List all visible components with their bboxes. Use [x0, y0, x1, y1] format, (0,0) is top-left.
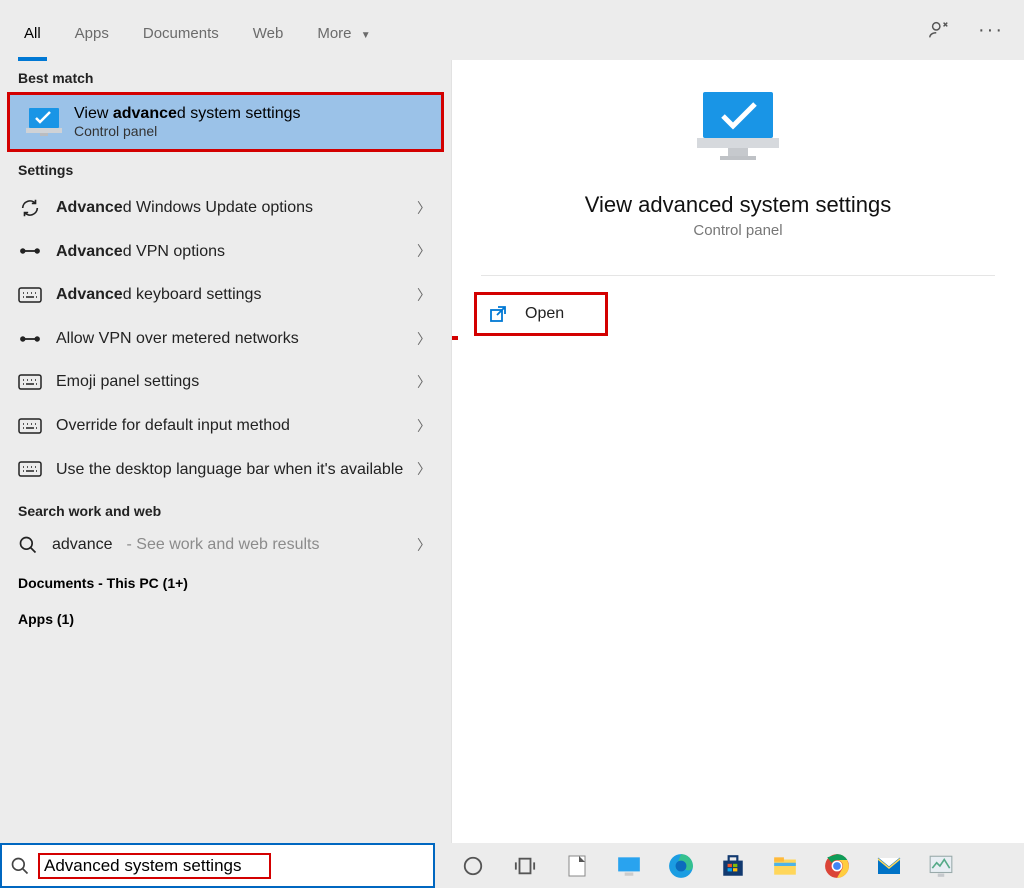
- search-input[interactable]: [44, 856, 265, 876]
- chevron-right-icon: 〉: [417, 459, 431, 479]
- settings-item-vpn-options[interactable]: Advanced VPN options 〉: [0, 230, 451, 274]
- keyboard-icon: [18, 372, 42, 392]
- results-pane: Best match View advanced system settings…: [0, 60, 452, 843]
- best-match-text: View advanced system settings Control pa…: [74, 105, 301, 139]
- search-icon: [10, 856, 30, 876]
- tab-all[interactable]: All: [22, 13, 43, 48]
- monitor-large-icon: [695, 90, 781, 162]
- cortana-button[interactable]: [447, 843, 499, 888]
- chevron-right-icon: 〉: [417, 329, 431, 349]
- hl: Advance: [56, 243, 123, 260]
- bm-subtitle: Control panel: [74, 123, 301, 139]
- web-term: advance: [52, 536, 113, 554]
- chevron-right-icon: 〉: [417, 241, 431, 261]
- tab-web[interactable]: Web: [251, 13, 286, 48]
- chevron-down-icon: ▼: [361, 30, 371, 41]
- taskbar-app-libreoffice[interactable]: [551, 843, 603, 888]
- task-view-button[interactable]: [499, 843, 551, 888]
- search-input-highlight: [38, 853, 271, 879]
- tab-documents[interactable]: Documents: [141, 13, 221, 48]
- documents-heading[interactable]: Documents - This PC (1+): [0, 565, 451, 601]
- feedback-icon[interactable]: [926, 17, 952, 43]
- lbl: Override for default input method: [56, 417, 290, 434]
- web-suffix: - See work and web results: [127, 536, 320, 554]
- lbl: Allow VPN over metered networks: [56, 330, 299, 347]
- lbl: d keyboard settings: [123, 286, 262, 303]
- settings-list: Advanced Windows Update options 〉 Advanc…: [0, 184, 451, 493]
- top-tab-bar: All Apps Documents Web More ▼ ···: [0, 0, 1024, 60]
- lbl: d Windows Update options: [123, 199, 313, 216]
- taskbar-search-box[interactable]: [0, 843, 435, 888]
- chevron-right-icon: 〉: [417, 535, 431, 555]
- hl: Advance: [56, 286, 123, 303]
- taskbar: [0, 843, 1024, 888]
- taskbar-app-chrome[interactable]: [811, 843, 863, 888]
- best-match-item[interactable]: View advanced system settings Control pa…: [7, 92, 444, 152]
- settings-item-emoji-panel[interactable]: Emoji panel settings 〉: [0, 360, 451, 404]
- keyboard-icon: [18, 285, 42, 305]
- open-action[interactable]: Open: [474, 292, 608, 336]
- chevron-right-icon: 〉: [417, 416, 431, 436]
- lbl: Use the desktop language bar when it's a…: [56, 461, 403, 478]
- settings-item-default-input[interactable]: Override for default input method 〉: [0, 404, 451, 448]
- chevron-right-icon: 〉: [417, 372, 431, 392]
- detail-subtitle: Control panel: [693, 222, 782, 239]
- lbl: Emoji panel settings: [56, 373, 199, 390]
- detail-title: View advanced system settings: [585, 192, 892, 218]
- annotation-marker: [452, 336, 458, 340]
- refresh-icon: [18, 198, 42, 218]
- apps-heading[interactable]: Apps (1): [0, 601, 451, 637]
- chevron-right-icon: 〉: [417, 285, 431, 305]
- settings-item-keyboard[interactable]: Advanced keyboard settings 〉: [0, 273, 451, 317]
- taskbar-app-explorer[interactable]: [759, 843, 811, 888]
- search-icon: [18, 535, 38, 555]
- detail-pane: View advanced system settings Control pa…: [452, 60, 1024, 843]
- best-match-heading: Best match: [0, 60, 451, 92]
- tab-more-label: More: [317, 25, 351, 42]
- taskbar-app-monitor[interactable]: [603, 843, 655, 888]
- chevron-right-icon: 〉: [417, 198, 431, 218]
- tab-more[interactable]: More ▼: [315, 13, 372, 48]
- main-area: Best match View advanced system settings…: [0, 60, 1024, 843]
- taskbar-app-mail[interactable]: [863, 843, 915, 888]
- web-result-item[interactable]: advance - See work and web results 〉: [0, 525, 451, 565]
- taskbar-app-store[interactable]: [707, 843, 759, 888]
- keyboard-icon: [18, 459, 42, 479]
- open-icon: [489, 305, 507, 323]
- settings-item-windows-update[interactable]: Advanced Windows Update options 〉: [0, 186, 451, 230]
- divider: [481, 275, 996, 276]
- monitor-icon: [26, 106, 62, 138]
- settings-heading: Settings: [0, 152, 451, 184]
- bm-title-post: d system settings: [177, 105, 301, 122]
- lbl: d VPN options: [123, 243, 225, 260]
- keyboard-icon: [18, 416, 42, 436]
- taskbar-app-monitor2[interactable]: [915, 843, 967, 888]
- web-heading: Search work and web: [0, 493, 451, 525]
- taskbar-icons: [435, 843, 967, 888]
- more-options-icon[interactable]: ···: [978, 17, 1004, 43]
- tab-list: All Apps Documents Web More ▼: [22, 13, 373, 48]
- hl: Advance: [56, 199, 123, 216]
- vpn-icon: [18, 329, 42, 349]
- settings-item-vpn-metered[interactable]: Allow VPN over metered networks 〉: [0, 317, 451, 361]
- open-label: Open: [525, 305, 564, 323]
- settings-item-language-bar[interactable]: Use the desktop language bar when it's a…: [0, 448, 451, 492]
- vpn-icon: [18, 241, 42, 261]
- tab-apps[interactable]: Apps: [73, 13, 111, 48]
- taskbar-app-edge[interactable]: [655, 843, 707, 888]
- bm-title-pre: View: [74, 105, 113, 122]
- bm-title-bold: advance: [113, 105, 177, 122]
